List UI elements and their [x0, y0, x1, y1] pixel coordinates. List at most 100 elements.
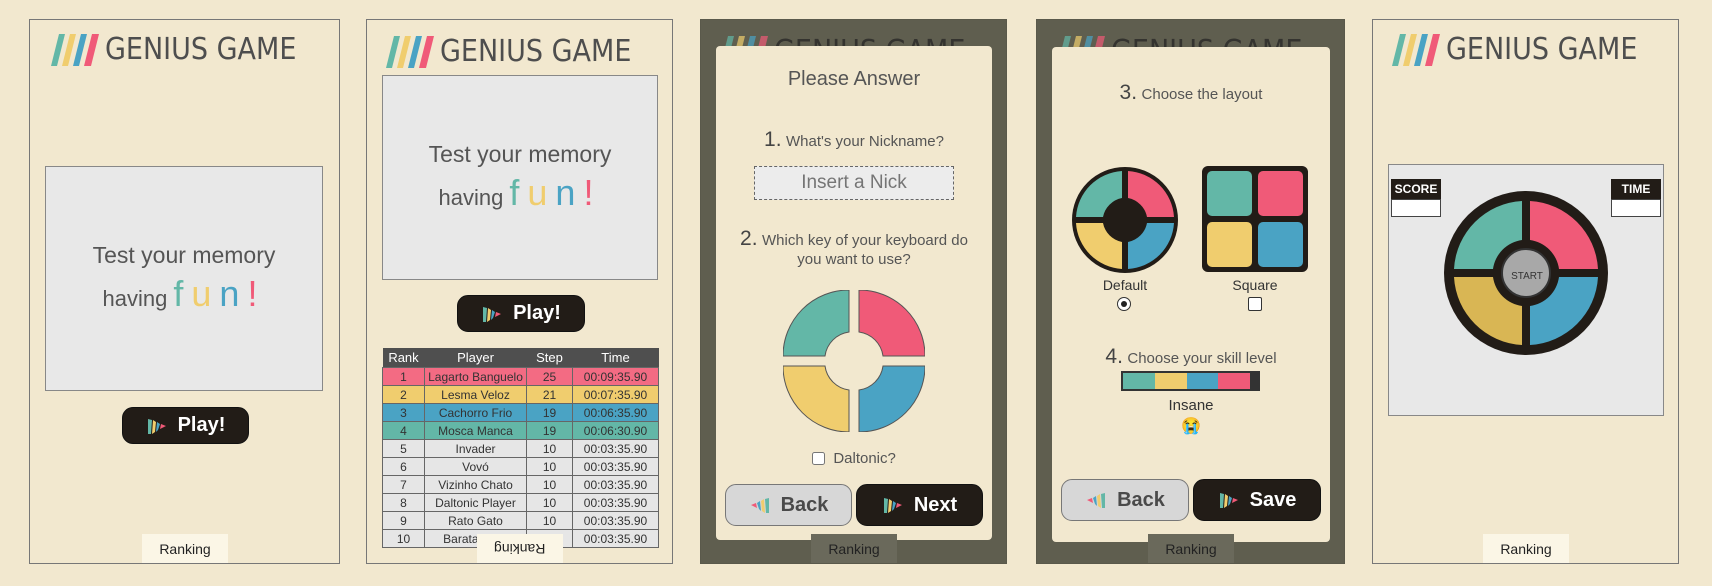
daltonic-checkbox[interactable] — [812, 452, 826, 465]
cell-rank: 9 — [382, 511, 425, 530]
cell-player: Mosca Manca — [424, 421, 527, 440]
key-selector-pad[interactable] — [783, 290, 925, 432]
back-brand-icon — [1087, 493, 1106, 508]
radio-dot — [1121, 301, 1127, 307]
cell-player: Lagarto Banguelo — [424, 367, 527, 386]
logo-stripes-icon — [386, 35, 435, 68]
screen-ranking: GENIUS GAME Test your memory having fun! … — [366, 19, 673, 564]
ranking-table: Rank Player Step Time 1 Lagarto Banguelo 2… — [382, 348, 659, 548]
back-button[interactable]: Back — [1061, 479, 1189, 521]
daltonic-label: Daltonic? — [833, 450, 896, 467]
cell-time: 00:06:35.90 — [572, 403, 659, 422]
cell-rank: 5 — [382, 439, 425, 458]
logo: GENIUS GAME — [30, 32, 339, 67]
ranking-tab[interactable]: Ranking — [142, 534, 228, 563]
nick-input[interactable] — [754, 166, 954, 200]
key-yellow-pad[interactable] — [783, 365, 850, 432]
play-button-label: Play! — [177, 414, 226, 436]
cell-step: 19 — [526, 421, 573, 440]
cell-time: 00:09:35.90 — [572, 367, 659, 386]
ranking-tab[interactable]: Ranking — [1483, 534, 1569, 563]
ranking-tab[interactable]: Ranking — [477, 534, 563, 563]
skill-seg-blue — [1186, 373, 1219, 389]
ranking-tab-label: Ranking — [828, 540, 880, 557]
cell-rank: 10 — [382, 529, 425, 548]
screen-form: GENIUS GAME Please Answer 1. What's your… — [700, 19, 1007, 564]
option-square-checkbox[interactable] — [1248, 297, 1262, 311]
cell-step: 25 — [526, 367, 573, 386]
option-square-label: Square — [1232, 277, 1278, 293]
logo-stripes-icon — [51, 33, 100, 66]
key-red-pad[interactable] — [858, 290, 925, 357]
cell-player: Daltonic Player — [424, 493, 527, 512]
back-button[interactable]: Back — [725, 484, 852, 526]
logo: GENIUS GAME — [1373, 32, 1678, 67]
question-layout: 3. Choose the layout — [1119, 81, 1263, 104]
next-button[interactable]: Next — [856, 484, 983, 526]
layout-square-preview[interactable] — [1202, 166, 1308, 272]
tagline-line2: having fun! — [438, 172, 602, 213]
cell-player: Cachorro Frio — [424, 403, 527, 422]
cell-player: Rato Gato — [424, 511, 527, 530]
skill-handle[interactable] — [1250, 373, 1258, 389]
layout-card: 3. Choose the layout Default Square 4. C… — [1052, 47, 1330, 542]
key-blue-pad[interactable] — [858, 365, 925, 432]
play-button[interactable]: Play! — [122, 407, 249, 444]
score-label: SCORE — [1391, 179, 1441, 199]
cell-rank: 8 — [382, 493, 425, 512]
screen-game: GENIUS GAME SCORE TIME START Ranking — [1372, 19, 1679, 564]
logo-stripes-icon — [1392, 33, 1441, 66]
table-row: 2 Lesma Veloz 21 00:07:35.90 — [382, 385, 659, 404]
cell-rank: 3 — [382, 403, 425, 422]
play-brand-icon — [483, 306, 502, 322]
game-board: SCORE TIME START — [1388, 164, 1664, 416]
skill-value: Insane — [1168, 397, 1214, 414]
tagline-line1: Test your memory — [92, 242, 276, 268]
ranking-tab[interactable]: Ranking — [811, 534, 897, 563]
col-player: Player — [424, 348, 527, 368]
play-button[interactable]: Play! — [457, 295, 585, 332]
time-value — [1611, 199, 1661, 217]
back-button-label: Back — [780, 493, 829, 516]
option-default-radio[interactable] — [1117, 297, 1131, 311]
table-row: 5 Invader 10 00:03:35.90 — [382, 439, 659, 458]
logo: GENIUS GAME — [367, 34, 672, 69]
table-row: 9 Rato Gato 10 00:03:35.90 — [382, 511, 659, 530]
save-brand-icon — [1219, 493, 1238, 508]
tagline-box: Test your memory having fun! — [382, 75, 658, 280]
cell-time: 00:07:35.90 — [572, 385, 659, 404]
question-key: 2. Which key of your keyboard do you wan… — [740, 227, 968, 268]
cell-step: 10 — [526, 457, 573, 476]
skill-seg-green — [1123, 373, 1155, 389]
cell-player: Vizinho Chato — [424, 475, 527, 494]
logo-title: GENIUS GAME — [440, 34, 632, 69]
question-skill: 4. Choose your skill level — [1105, 345, 1277, 368]
skill-seg-red — [1218, 373, 1250, 389]
skill-slider[interactable] — [1121, 371, 1260, 391]
col-step: Step — [526, 348, 573, 368]
save-button-label: Save — [1249, 488, 1297, 511]
col-rank: Rank — [382, 348, 425, 368]
save-button[interactable]: Save — [1193, 479, 1321, 521]
cell-player: Invader — [424, 439, 527, 458]
fun-text: fun! — [509, 172, 602, 213]
tagline-box: Test your memory having fun! — [45, 166, 323, 391]
cell-step: 10 — [526, 439, 573, 458]
cell-step: 10 — [526, 493, 573, 512]
cell-step: 19 — [526, 403, 573, 422]
layout-default-preview[interactable] — [1071, 166, 1179, 274]
key-green-pad[interactable] — [783, 290, 850, 357]
col-time: Time — [572, 348, 659, 368]
ranking-tab[interactable]: Ranking — [1148, 534, 1234, 563]
cell-player: Lesma Veloz — [424, 385, 527, 404]
screen-layout: GENIUS GAME 3. Choose the layout Default… — [1036, 19, 1345, 564]
next-brand-icon — [883, 498, 902, 513]
question-nick: 1. What's your Nickname? — [764, 128, 944, 151]
cell-time: 00:03:35.90 — [572, 439, 659, 458]
cell-time: 00:03:35.90 — [572, 529, 659, 548]
tagline-line2: having fun! — [102, 273, 266, 314]
ranking-tab-label: Ranking — [1165, 540, 1217, 557]
cell-rank: 4 — [382, 421, 425, 440]
ranking-tab-label: Ranking — [159, 540, 211, 557]
tagline-line1: Test your memory — [428, 141, 612, 167]
